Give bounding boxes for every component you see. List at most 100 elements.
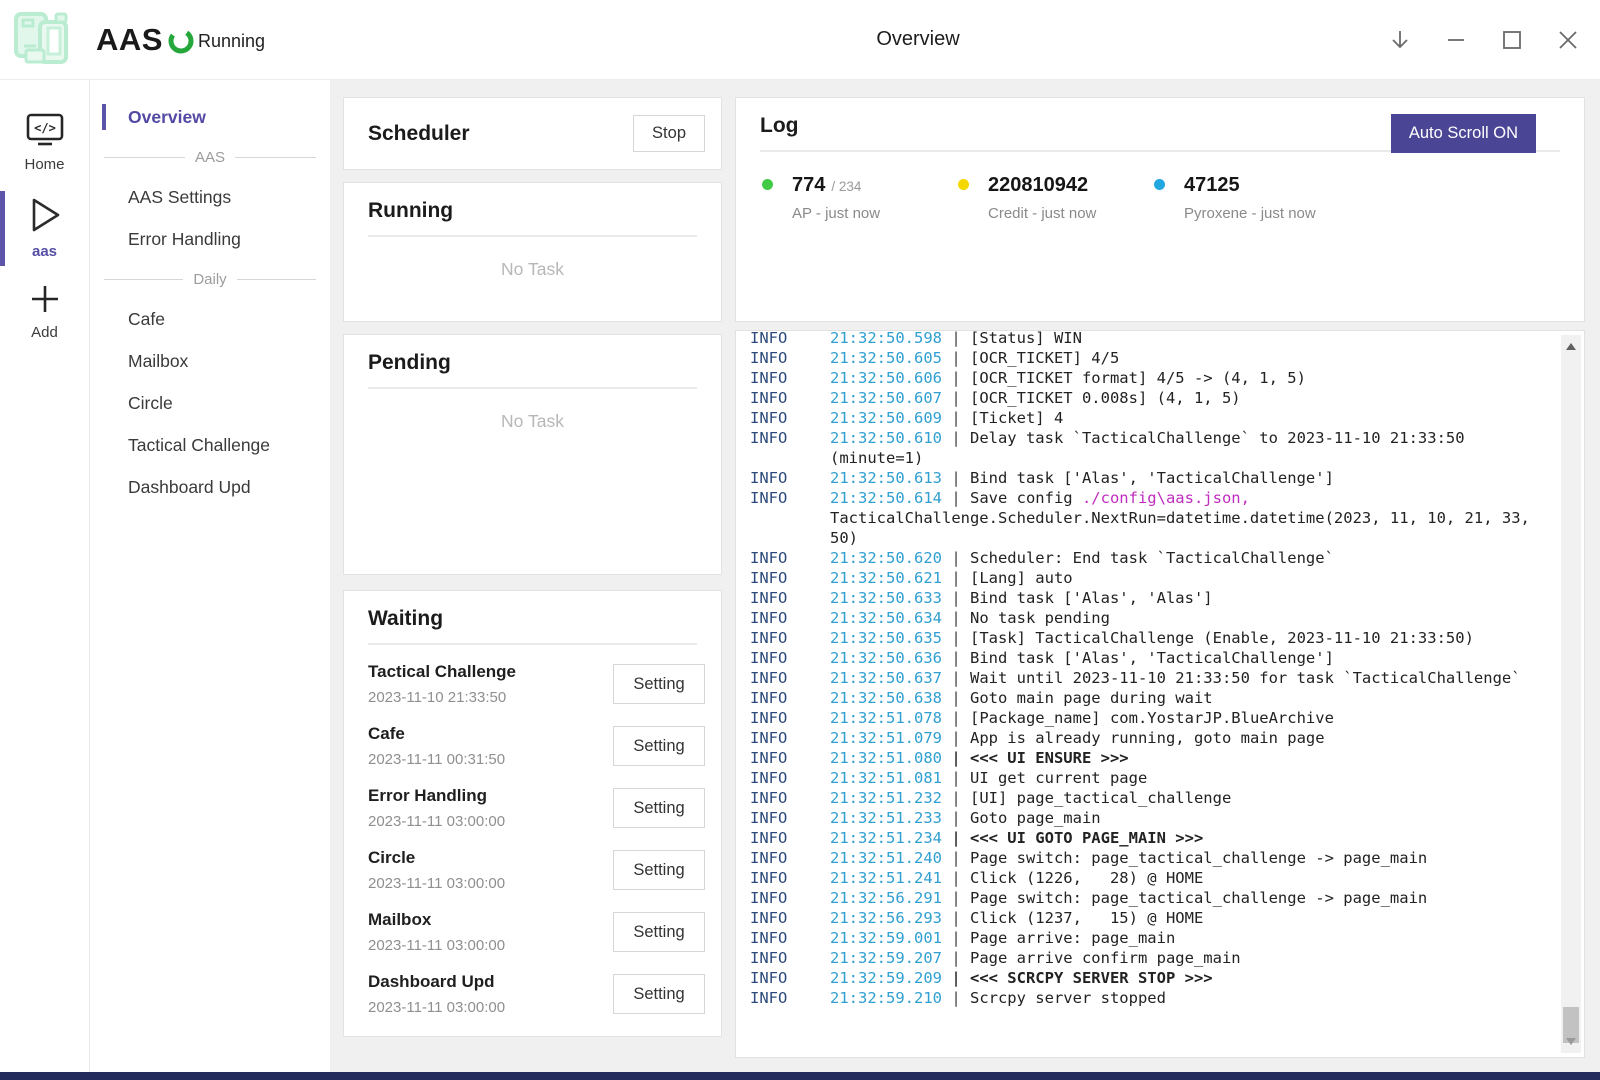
log-line: INFO21:32:50.634 | No task pending <box>750 608 1584 628</box>
log-scrollbar[interactable] <box>1561 335 1581 1053</box>
task-setting-button[interactable]: Setting <box>613 726 705 766</box>
task-setting-button[interactable]: Setting <box>613 912 705 952</box>
log-message-segment: Page switch: page_tactical_challenge -> … <box>970 849 1427 867</box>
log-message-segment: <<< UI GOTO PAGE_MAIN >>> <box>970 829 1203 847</box>
log-view[interactable]: INFO21:32:50.598 | [Status] WININFO21:32… <box>735 330 1585 1058</box>
log-message: 21:32:50.598 | [Status] WIN <box>830 330 1562 348</box>
waiting-list: Tactical Challenge2023-11-10 21:33:50Set… <box>344 653 721 1025</box>
log-timestamp: 21:32:50.635 <box>830 629 942 647</box>
log-level: INFO <box>750 728 830 748</box>
log-timestamp: 21:32:59.209 <box>830 969 942 987</box>
task-setting-button[interactable]: Setting <box>613 788 705 828</box>
download-button[interactable] <box>1384 24 1416 56</box>
log-message-segment: [OCR_TICKET] 4/5 <box>970 349 1119 367</box>
log-separator: | <box>942 949 970 967</box>
log-separator: | <box>942 469 970 487</box>
sidebar-item-circle[interactable]: Circle <box>90 382 330 424</box>
log-timestamp: 21:32:56.293 <box>830 909 942 927</box>
sidebar-item-tactical-challenge[interactable]: Tactical Challenge <box>90 424 330 466</box>
rail-item-add[interactable]: Add <box>0 272 89 353</box>
resource-stat: 774/ 234AP - just now <box>762 174 958 222</box>
log-message: 21:32:56.293 | Click (1237, 15) @ HOME <box>830 908 1562 928</box>
pending-empty-text: No Task <box>344 411 721 432</box>
log-timestamp: 21:32:50.636 <box>830 649 942 667</box>
log-level: INFO <box>750 988 830 1008</box>
log-message-segment: [Package_name] com.YostarJP.BlueArchive <box>970 709 1334 727</box>
log-timestamp: 21:32:50.633 <box>830 589 942 607</box>
log-separator: | <box>942 829 970 847</box>
scheduler-stop-button[interactable]: Stop <box>633 115 705 152</box>
app-logo-icon <box>10 8 74 72</box>
task-setting-button[interactable]: Setting <box>613 850 705 890</box>
stat-suffix: / 234 <box>831 179 861 194</box>
sidebar-item-error-handling[interactable]: Error Handling <box>90 218 330 260</box>
log-line: INFO21:32:50.638 | Goto main page during… <box>750 688 1584 708</box>
run-status-label: Running <box>198 31 265 52</box>
divider-line <box>237 279 316 280</box>
maximize-button[interactable] <box>1496 24 1528 56</box>
log-timestamp: 21:32:51.232 <box>830 789 942 807</box>
log-message-segment: Goto main page during wait <box>970 689 1213 707</box>
log-separator: | <box>942 749 970 767</box>
log-level: INFO <box>750 968 830 988</box>
rail-label: Home <box>24 156 64 173</box>
sidebar-item-mailbox[interactable]: Mailbox <box>90 340 330 382</box>
task-setting-button[interactable]: Setting <box>613 664 705 704</box>
log-line: INFO21:32:50.613 | Bind task ['Alas', 'T… <box>750 468 1584 488</box>
log-line: INFO21:32:56.291 | Page switch: page_tac… <box>750 888 1584 908</box>
auto-scroll-toggle[interactable]: Auto Scroll ON <box>1391 114 1536 153</box>
log-lines: INFO21:32:50.598 | [Status] WININFO21:32… <box>750 330 1584 1008</box>
log-timestamp: 21:32:59.207 <box>830 949 942 967</box>
scrollbar-up-arrow-icon[interactable] <box>1566 343 1576 350</box>
waiting-title: Waiting <box>344 607 721 631</box>
log-timestamp: 21:32:50.638 <box>830 689 942 707</box>
log-level: INFO <box>750 428 830 468</box>
log-line: INFO21:32:50.609 | [Ticket] 4 <box>750 408 1584 428</box>
log-level: INFO <box>750 828 830 848</box>
rail-item-home[interactable]: </> Home <box>0 102 89 185</box>
minimize-button[interactable] <box>1440 24 1472 56</box>
log-message: 21:32:50.613 | Bind task ['Alas', 'Tacti… <box>830 468 1562 488</box>
log-level: INFO <box>750 368 830 388</box>
sidebar-item-aas-settings[interactable]: AAS Settings <box>90 176 330 218</box>
log-line: INFO21:32:51.078 | [Package_name] com.Yo… <box>750 708 1584 728</box>
log-message: 21:32:50.610 | Delay task `TacticalChall… <box>830 428 1562 468</box>
sidebar-item-cafe[interactable]: Cafe <box>90 298 330 340</box>
log-message: 21:32:51.079 | App is already running, g… <box>830 728 1562 748</box>
log-level: INFO <box>750 488 830 548</box>
log-timestamp: 21:32:51.081 <box>830 769 942 787</box>
log-timestamp: 21:32:50.637 <box>830 669 942 687</box>
log-message: 21:32:50.609 | [Ticket] 4 <box>830 408 1562 428</box>
log-message: 21:32:51.234 | <<< UI GOTO PAGE_MAIN >>> <box>830 828 1562 848</box>
log-level: INFO <box>750 588 830 608</box>
log-line: INFO21:32:50.620 | Scheduler: End task `… <box>750 548 1584 568</box>
log-separator: | <box>942 589 970 607</box>
log-message: 21:32:51.081 | UI get current page <box>830 768 1562 788</box>
log-timestamp: 21:32:50.613 <box>830 469 942 487</box>
log-message-segment: Bind task ['Alas', 'Alas'] <box>970 589 1213 607</box>
window-bottom-edge <box>0 1072 1600 1080</box>
log-level: INFO <box>750 768 830 788</box>
log-line: INFO21:32:51.080 | <<< UI ENSURE >>> <box>750 748 1584 768</box>
close-button[interactable] <box>1552 24 1584 56</box>
sidebar-item-dashboard-upd[interactable]: Dashboard Upd <box>90 466 330 508</box>
sidebar-item-overview[interactable]: Overview <box>90 96 330 138</box>
log-message-segment: App is already running, goto main page <box>970 729 1325 747</box>
log-message: 21:32:56.291 | Page switch: page_tactica… <box>830 888 1562 908</box>
log-message: 21:32:51.080 | <<< UI ENSURE >>> <box>830 748 1562 768</box>
log-separator: | <box>942 889 970 907</box>
log-card: Log Auto Scroll ON 774/ 234AP - just now… <box>735 97 1585 322</box>
log-separator: | <box>942 969 970 987</box>
pending-title: Pending <box>344 351 721 375</box>
log-timestamp: 21:32:59.210 <box>830 989 942 1007</box>
log-separator: | <box>942 769 970 787</box>
rail-item-aas[interactable]: aas <box>0 185 89 272</box>
log-message-segment: Bind task ['Alas', 'TacticalChallenge'] <box>970 649 1334 667</box>
log-level: INFO <box>750 628 830 648</box>
task-setting-button[interactable]: Setting <box>613 974 705 1014</box>
scrollbar-down-arrow-icon[interactable] <box>1566 1038 1576 1045</box>
log-message-segment: Wait until 2023-11-10 21:33:50 for task … <box>970 669 1521 687</box>
log-timestamp: 21:32:50.634 <box>830 609 942 627</box>
log-timestamp: 21:32:50.614 <box>830 489 942 507</box>
log-level: INFO <box>750 908 830 928</box>
